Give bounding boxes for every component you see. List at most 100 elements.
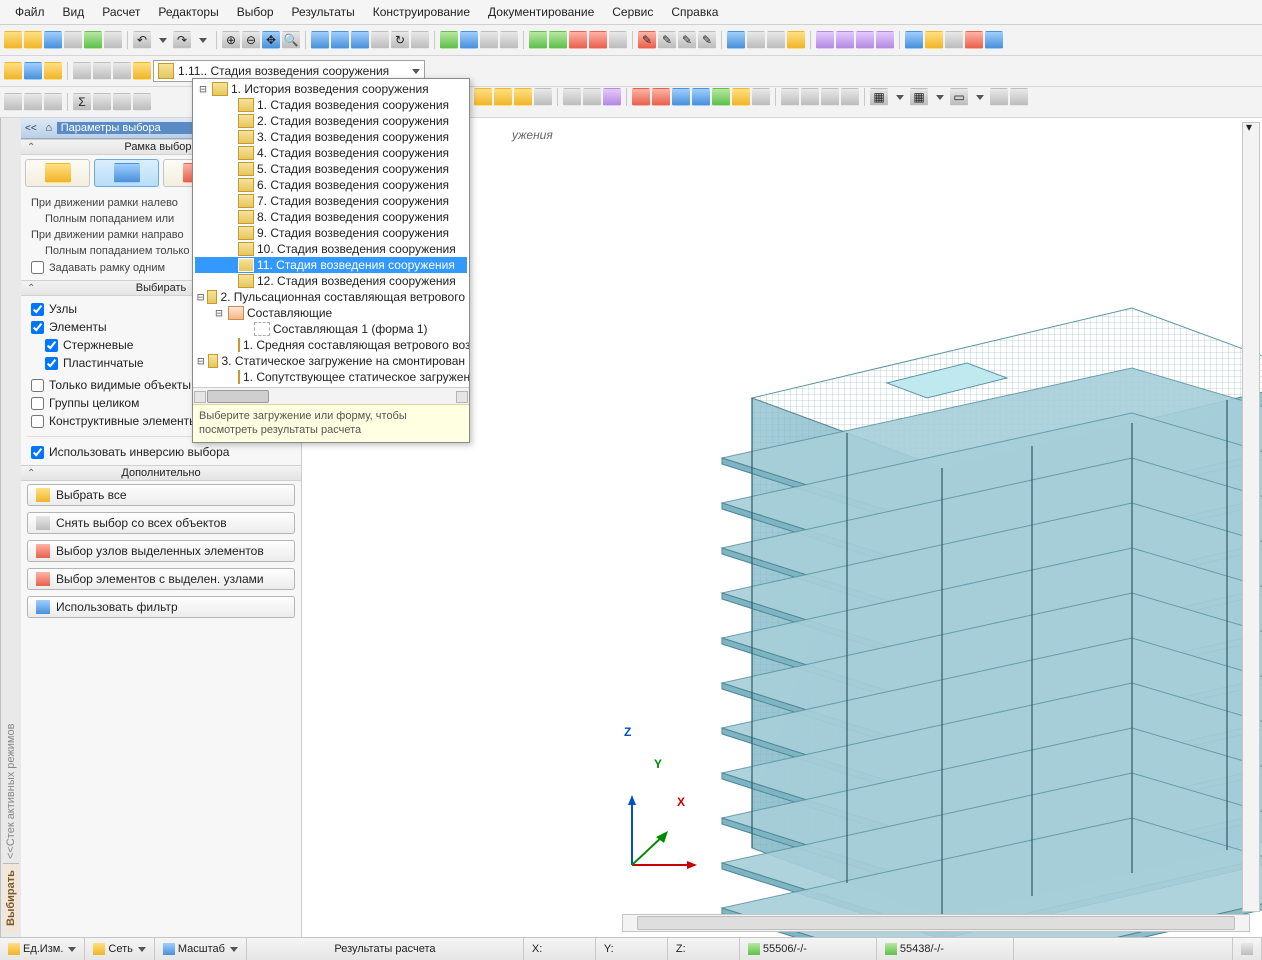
sel4-icon[interactable]: Σ (73, 93, 91, 111)
menu-file[interactable]: Файл (6, 3, 54, 21)
menu-view[interactable]: Вид (54, 3, 94, 21)
zoom-in-icon[interactable]: ⊕ (222, 31, 240, 49)
rf11-icon[interactable] (692, 88, 710, 106)
status-end-icon[interactable] (1233, 938, 1262, 960)
rf2-icon[interactable] (494, 88, 512, 106)
rf17-icon[interactable] (821, 88, 839, 106)
tree-root-3[interactable]: ⊟3. Статическое загружение на смонтирова… (195, 353, 467, 369)
new-icon[interactable] (4, 31, 22, 49)
rf12-icon[interactable] (712, 88, 730, 106)
rf20-drop[interactable] (930, 88, 948, 106)
chart4-icon[interactable] (589, 31, 607, 49)
menu-help[interactable]: Справка (662, 3, 727, 21)
frame-mode-2[interactable] (94, 159, 159, 187)
tree-components[interactable]: ⊟Составляющие (195, 305, 467, 321)
chart2-icon[interactable] (549, 31, 567, 49)
vtab-select[interactable]: Выбирать (3, 863, 19, 932)
chart5-icon[interactable] (609, 31, 627, 49)
rf3-icon[interactable] (514, 88, 532, 106)
v-scrollbar[interactable] (1242, 122, 1260, 912)
tree-stage-4[interactable]: 4. Стадия возведения сооружения (195, 145, 467, 161)
btn-select-all[interactable]: Выбрать все (27, 484, 295, 506)
chart3-icon[interactable] (569, 31, 587, 49)
toolbar-overflow-icon[interactable]: ▾ (1246, 120, 1260, 134)
tree-stage-3[interactable]: 3. Стадия возведения сооружения (195, 129, 467, 145)
rf14-icon[interactable] (752, 88, 770, 106)
rf5-icon[interactable] (563, 88, 581, 106)
status-grid[interactable]: Сеть (85, 938, 154, 960)
layer2-icon[interactable] (747, 31, 765, 49)
undo-icon[interactable]: ↶ (133, 31, 151, 49)
sel3-icon[interactable] (44, 93, 62, 111)
tool-a-icon[interactable] (816, 31, 834, 49)
tree-stage-5[interactable]: 5. Стадия возведения сооружения (195, 161, 467, 177)
model2-icon[interactable] (925, 31, 943, 49)
layer3-icon[interactable] (767, 31, 785, 49)
filter1-icon[interactable] (311, 31, 329, 49)
mark2-icon[interactable]: ✎ (658, 31, 676, 49)
filter4-icon[interactable] (371, 31, 389, 49)
sel2-icon[interactable] (24, 93, 42, 111)
tree-stage-10[interactable]: 10. Стадия возведения сооружения (195, 241, 467, 257)
frame-single-check[interactable] (31, 261, 44, 274)
rf21-icon[interactable]: ▭ (950, 88, 968, 106)
tree-stage-8[interactable]: 8. Стадия возведения сооружения (195, 209, 467, 225)
h-scrollbar[interactable] (622, 914, 1250, 932)
results1-icon[interactable] (440, 31, 458, 49)
results2-icon[interactable] (460, 31, 478, 49)
open-icon[interactable] (24, 31, 42, 49)
tree-static-1[interactable]: 1. Сопутствующее статическое загружен (195, 369, 467, 385)
stage-d-icon[interactable] (73, 62, 91, 80)
sel7-icon[interactable] (133, 93, 151, 111)
tool-b-icon[interactable] (836, 31, 854, 49)
btn-nodes-of-elems[interactable]: Выбор узлов выделенных элементов (27, 540, 295, 562)
layer4-icon[interactable] (787, 31, 805, 49)
pan-icon[interactable]: ✥ (262, 31, 280, 49)
export-icon[interactable] (84, 31, 102, 49)
frame-mode-1[interactable] (25, 159, 90, 187)
results4-icon[interactable] (500, 31, 518, 49)
zoom-out-icon[interactable]: ⊖ (242, 31, 260, 49)
side-collapse-icon[interactable]: << (25, 123, 37, 134)
redo-icon[interactable]: ↷ (173, 31, 191, 49)
stage-g-icon[interactable] (133, 62, 151, 80)
tree-stage-1[interactable]: 1. Стадия возведения сооружения (195, 97, 467, 113)
undo-drop-icon[interactable] (153, 31, 171, 49)
check-use-inversion[interactable] (31, 446, 44, 459)
model4-icon[interactable] (965, 31, 983, 49)
model1-icon[interactable] (905, 31, 923, 49)
sel5-icon[interactable] (93, 93, 111, 111)
tool-c-icon[interactable] (856, 31, 874, 49)
saveall-icon[interactable] (64, 31, 82, 49)
vertical-tab-strip[interactable]: Выбирать <<Стек активных режимов (0, 118, 21, 938)
refresh-icon[interactable]: ↻ (391, 31, 409, 49)
status-units[interactable]: Ед.Изм. (0, 938, 85, 960)
menu-editors[interactable]: Редакторы (149, 3, 227, 21)
rf8-icon[interactable] (632, 88, 650, 106)
sel6-icon[interactable] (113, 93, 131, 111)
stage-c-icon[interactable] (44, 62, 62, 80)
check-groups-whole[interactable] (31, 397, 44, 410)
mark4-icon[interactable]: ✎ (698, 31, 716, 49)
tree-stage-11[interactable]: 11. Стадия возведения сооружения (195, 257, 467, 273)
menu-doc[interactable]: Документирование (479, 3, 603, 21)
check-constr-elems[interactable] (31, 415, 44, 428)
menu-service[interactable]: Сервис (603, 3, 662, 21)
model3-icon[interactable] (945, 31, 963, 49)
rf6-icon[interactable] (583, 88, 601, 106)
print-icon[interactable] (104, 31, 122, 49)
tree-wind-avg[interactable]: 1. Средняя составляющая ветрового воз (195, 337, 467, 353)
rf18-icon[interactable] (841, 88, 859, 106)
rf16-icon[interactable] (801, 88, 819, 106)
filter2-icon[interactable] (331, 31, 349, 49)
rf13-icon[interactable] (732, 88, 750, 106)
tree-stage-12[interactable]: 12. Стадия возведения сооружения (195, 273, 467, 289)
layer1-icon[interactable] (727, 31, 745, 49)
rf20-icon[interactable]: ▦ (910, 88, 928, 106)
tool-d-icon[interactable] (876, 31, 894, 49)
check-elements[interactable] (31, 321, 44, 334)
stage-tree[interactable]: ⊟1. История возведения сооружения 1. Ста… (193, 79, 469, 387)
stage-b-icon[interactable] (24, 62, 42, 80)
save-icon[interactable] (44, 31, 62, 49)
btn-deselect-all[interactable]: Снять выбор со всех объектов (27, 512, 295, 534)
